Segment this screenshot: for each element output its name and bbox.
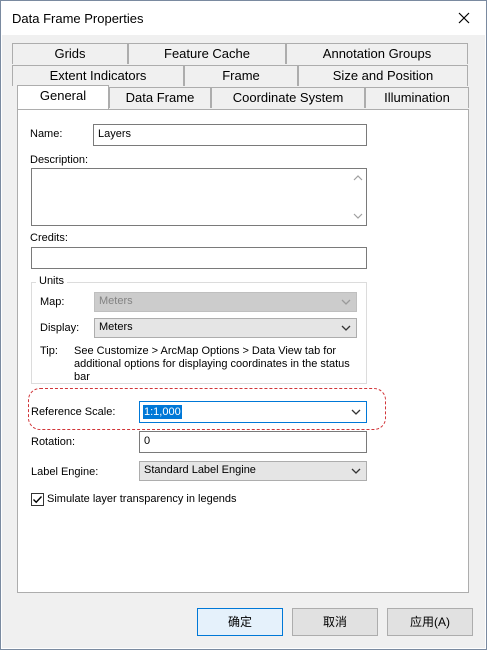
cancel-button[interactable]: 取消 [292, 608, 378, 636]
reference-scale-combo[interactable]: 1:1,000 [139, 401, 367, 423]
display-units-select[interactable]: Meters [94, 318, 357, 338]
display-units-value: Meters [99, 321, 133, 333]
description-scrollbar[interactable] [350, 169, 366, 225]
rotation-label: Rotation: [31, 436, 76, 448]
credits-field[interactable] [31, 247, 367, 269]
display-units-label: Display: [40, 322, 80, 334]
simulate-transparency-label[interactable]: Simulate layer transparency in legends [47, 493, 237, 505]
tab-feature-cache[interactable]: Feature Cache [128, 43, 286, 64]
close-icon[interactable] [456, 10, 472, 26]
label-engine-value: Standard Label Engine [144, 464, 256, 476]
description-label: Description: [30, 154, 89, 166]
reference-scale-label: Reference Scale: [31, 406, 116, 418]
map-units-label: Map: [40, 296, 65, 308]
chevron-down-icon [351, 409, 361, 415]
tab-general[interactable]: General [17, 85, 109, 109]
title-bar: Data Frame Properties [1, 1, 486, 35]
tab-frame[interactable]: Frame [184, 65, 298, 86]
label-engine-select[interactable]: Standard Label Engine [139, 461, 367, 481]
map-units-value: Meters [99, 295, 133, 307]
units-group-title: Units [36, 275, 68, 287]
general-tab-panel: Name: Layers Description: Credits: Units… [17, 109, 469, 593]
map-units-select[interactable]: Meters [94, 292, 357, 312]
name-field[interactable]: Layers [93, 124, 367, 146]
tab-annotation-groups[interactable]: Annotation Groups [286, 43, 468, 64]
label-engine-label: Label Engine: [31, 466, 99, 478]
reference-scale-value: 1:1,000 [143, 405, 182, 419]
tip-text-line3: bar [74, 371, 90, 383]
tab-coordinate-system[interactable]: Coordinate System [211, 87, 365, 108]
tip-label: Tip: [40, 345, 58, 357]
simulate-transparency-checkbox[interactable] [31, 493, 44, 506]
tab-size-and-position[interactable]: Size and Position [298, 65, 468, 86]
scroll-up-icon[interactable] [353, 175, 363, 181]
name-label: Name: [30, 128, 63, 140]
rotation-field[interactable]: 0 [139, 431, 367, 453]
credits-label: Credits: [30, 232, 68, 244]
chevron-down-icon [351, 468, 361, 474]
chevron-down-icon [341, 299, 351, 305]
tab-data-frame[interactable]: Data Frame [109, 87, 211, 108]
chevron-down-icon [341, 325, 351, 331]
tip-text-line1: See Customize > ArcMap Options > Data Vi… [74, 345, 337, 357]
data-frame-properties-dialog: Data Frame Properties Grids Feature Cach… [0, 0, 487, 650]
scroll-down-icon[interactable] [353, 213, 363, 219]
tip-text-line2: additional options for displaying coordi… [74, 358, 350, 370]
apply-button[interactable]: 应用(A) [387, 608, 473, 636]
check-icon [33, 496, 43, 504]
tab-illumination[interactable]: Illumination [365, 87, 469, 108]
ok-button[interactable]: 确定 [197, 608, 283, 636]
tab-extent-indicators[interactable]: Extent Indicators [12, 65, 184, 86]
window-title: Data Frame Properties [12, 11, 144, 26]
description-field[interactable] [31, 168, 367, 226]
tab-grids[interactable]: Grids [12, 43, 128, 64]
